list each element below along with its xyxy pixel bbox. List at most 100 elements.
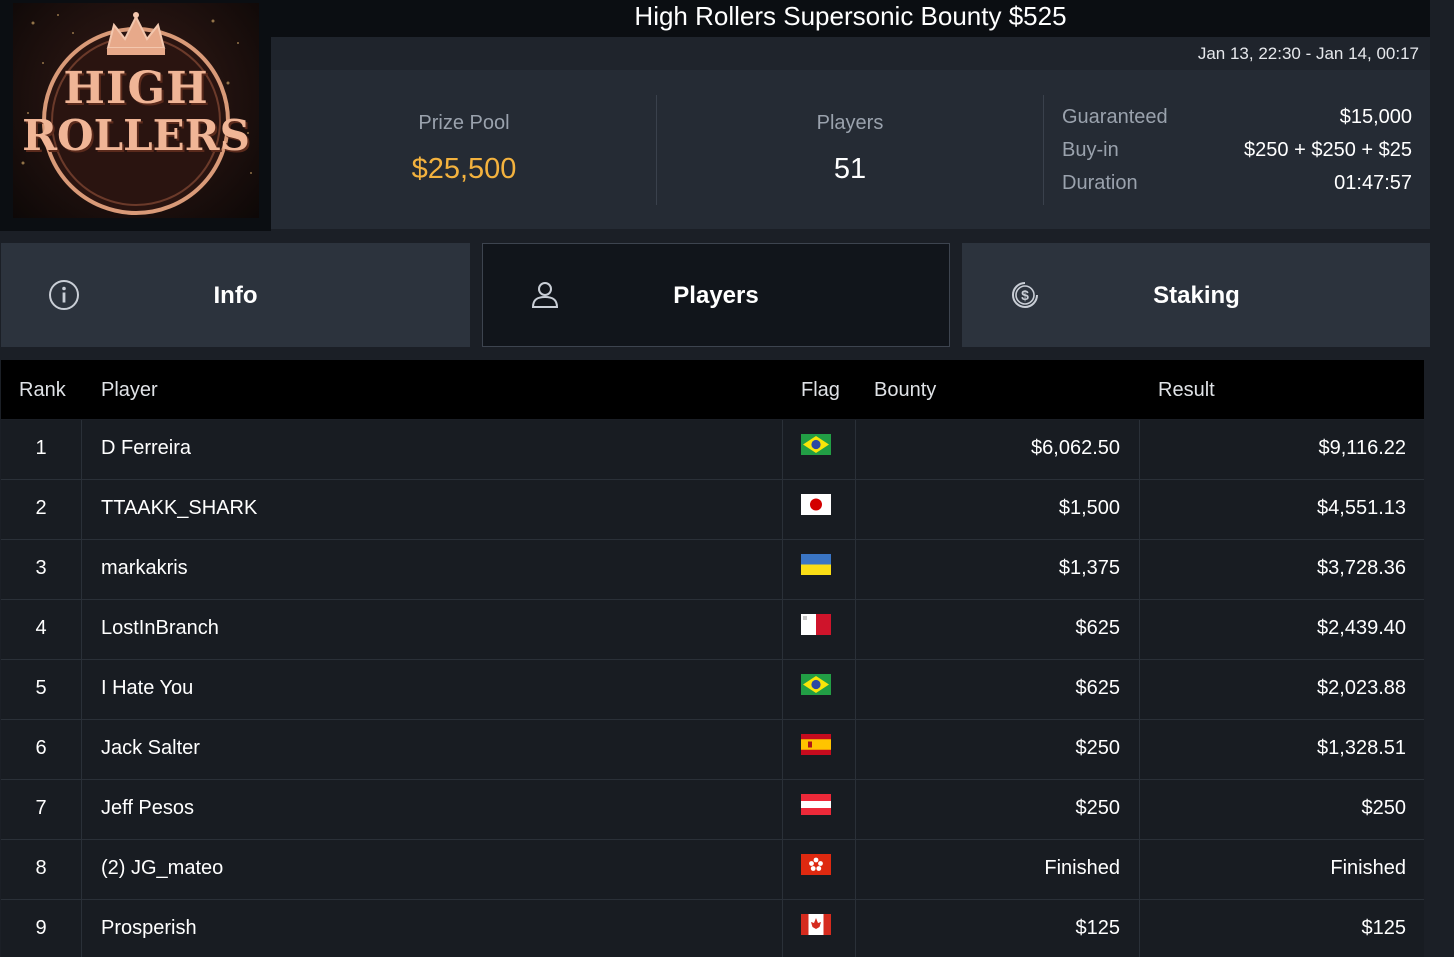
guaranteed-label: Guaranteed — [1062, 106, 1168, 128]
column-header-bounty[interactable]: Bounty — [874, 379, 936, 402]
player-name-cell[interactable]: I Hate You — [101, 677, 193, 700]
tournament-dates: Jan 13, 22:30 - Jan 14, 00:17 — [1197, 44, 1419, 63]
column-divider — [782, 480, 783, 540]
column-divider — [1139, 420, 1140, 480]
bounty-cell: Finished — [1044, 857, 1120, 879]
tab-players[interactable]: Players — [482, 243, 950, 347]
tab-staking[interactable]: $ Staking — [962, 243, 1431, 347]
column-divider — [782, 660, 783, 720]
table-header: Rank Player Flag Bounty Result — [1, 360, 1424, 419]
rank-cell: 8 — [35, 857, 47, 879]
bounty-cell: $625 — [1075, 617, 1121, 639]
stat-divider — [1043, 95, 1044, 205]
table-row[interactable]: 3 markakris $1,375 $3,728.36 — [1, 540, 1424, 600]
table-row[interactable]: 6 Jack Salter $250 $1,328.51 — [1, 720, 1424, 780]
player-name-cell[interactable]: Jeff Pesos — [101, 797, 194, 820]
duration-value: 01:47:57 — [1334, 172, 1412, 194]
logo-text-high: HIGH — [63, 63, 209, 114]
buyin-label: Buy-in — [1062, 139, 1119, 161]
player-name-cell[interactable]: Jack Salter — [101, 737, 200, 760]
column-divider — [81, 780, 82, 840]
column-divider — [81, 540, 82, 600]
column-divider — [855, 660, 856, 720]
column-divider — [81, 480, 82, 540]
player-name-cell[interactable]: Prosperish — [101, 917, 197, 940]
column-header-result[interactable]: Result — [1158, 379, 1215, 402]
rank-cell: 2 — [35, 497, 47, 519]
rank-cell: 6 — [35, 737, 47, 759]
player-name-cell[interactable]: LostInBranch — [101, 617, 219, 640]
rank-cell: 3 — [35, 557, 47, 579]
bounty-cell: $1,500 — [1058, 497, 1120, 519]
scroll-gutter — [1430, 0, 1454, 957]
column-header-player[interactable]: Player — [101, 379, 158, 402]
column-divider — [81, 420, 82, 480]
column-divider — [1139, 720, 1140, 780]
duration-label: Duration — [1062, 172, 1138, 194]
table-row[interactable]: 2 TTAAKK_SHARK $1,500 $4,551.13 — [1, 480, 1424, 540]
column-divider — [81, 840, 82, 900]
flag-austria-icon — [801, 794, 831, 815]
player-name-cell[interactable]: TTAAKK_SHARK — [101, 497, 257, 520]
flag-brazil-icon — [801, 674, 831, 695]
result-cell: $2,023.88 — [1317, 677, 1406, 699]
column-divider — [855, 540, 856, 600]
flag-hongkong-icon — [801, 854, 831, 875]
players-label: Players — [816, 112, 884, 134]
bounty-cell: $1,375 — [1058, 557, 1120, 579]
tab-players-label: Players — [673, 282, 759, 309]
result-cell: $125 — [1361, 917, 1407, 939]
result-cell: $250 — [1361, 797, 1407, 819]
tournament-logo: HIGH ROLLERS — [0, 0, 271, 231]
bounty-cell: $625 — [1075, 677, 1121, 699]
result-cell: $3,728.36 — [1317, 557, 1406, 579]
date-bar: Jan 13, 22:30 - Jan 14, 00:17 — [271, 37, 1430, 70]
logo-image: HIGH ROLLERS — [13, 3, 259, 218]
column-divider — [855, 780, 856, 840]
flag-malta-icon — [801, 614, 831, 635]
table-row[interactable]: 4 LostInBranch $625 $2,439.40 — [1, 600, 1424, 660]
result-cell: $1,328.51 — [1317, 737, 1406, 759]
rank-cell: 1 — [35, 437, 47, 459]
result-cell: $9,116.22 — [1318, 437, 1407, 459]
column-divider — [1139, 540, 1140, 600]
flag-ukraine-icon — [801, 554, 831, 575]
players-value: 51 — [833, 153, 867, 185]
tab-info[interactable]: Info — [1, 243, 470, 347]
column-divider — [855, 840, 856, 900]
column-divider — [855, 720, 856, 780]
players-stat: Players 51 — [657, 95, 1043, 205]
column-divider — [855, 480, 856, 540]
player-name-cell[interactable]: D Ferreira — [101, 437, 191, 460]
prize-pool-value: $25,500 — [411, 153, 517, 185]
rank-cell: 5 — [35, 677, 47, 699]
player-name-cell[interactable]: (2) JG_mateo — [101, 857, 223, 880]
buyin-row: Buy-in $250 + $250 + $25 — [1062, 139, 1412, 165]
column-divider — [855, 420, 856, 480]
table-row[interactable]: 1 D Ferreira $6,062.50 $9,116.22 — [1, 420, 1424, 480]
column-divider — [782, 540, 783, 600]
bounty-cell: $125 — [1075, 917, 1121, 939]
column-divider — [782, 720, 783, 780]
guaranteed-value: $15,000 — [1339, 106, 1412, 128]
column-divider — [81, 600, 82, 660]
rank-cell: 9 — [35, 917, 47, 939]
column-divider — [1139, 900, 1140, 957]
tab-staking-label: Staking — [1153, 282, 1240, 309]
table-row[interactable]: 9 Prosperish $125 $125 — [1, 900, 1424, 957]
players-table: Rank Player Flag Bounty Result 1 D Ferrei… — [1, 360, 1424, 957]
column-header-rank[interactable]: Rank — [19, 379, 66, 402]
table-row[interactable]: 7 Jeff Pesos $250 $250 — [1, 780, 1424, 840]
page-title: High Rollers Supersonic Bounty $525 — [271, 0, 1430, 37]
prize-pool-label: Prize Pool — [418, 112, 510, 134]
table-row[interactable]: 5 I Hate You $625 $2,023.88 — [1, 660, 1424, 720]
column-divider — [782, 900, 783, 957]
column-divider — [1139, 660, 1140, 720]
player-name-cell[interactable]: markakris — [101, 557, 188, 580]
column-header-flag[interactable]: Flag — [801, 379, 840, 402]
column-divider — [1139, 780, 1140, 840]
logo-text-rollers: ROLLERS — [22, 111, 250, 160]
result-cell: $4,551.13 — [1317, 497, 1406, 519]
rank-cell: 4 — [35, 617, 47, 639]
table-row[interactable]: 8 (2) JG_mateo Finished Finished — [1, 840, 1424, 900]
